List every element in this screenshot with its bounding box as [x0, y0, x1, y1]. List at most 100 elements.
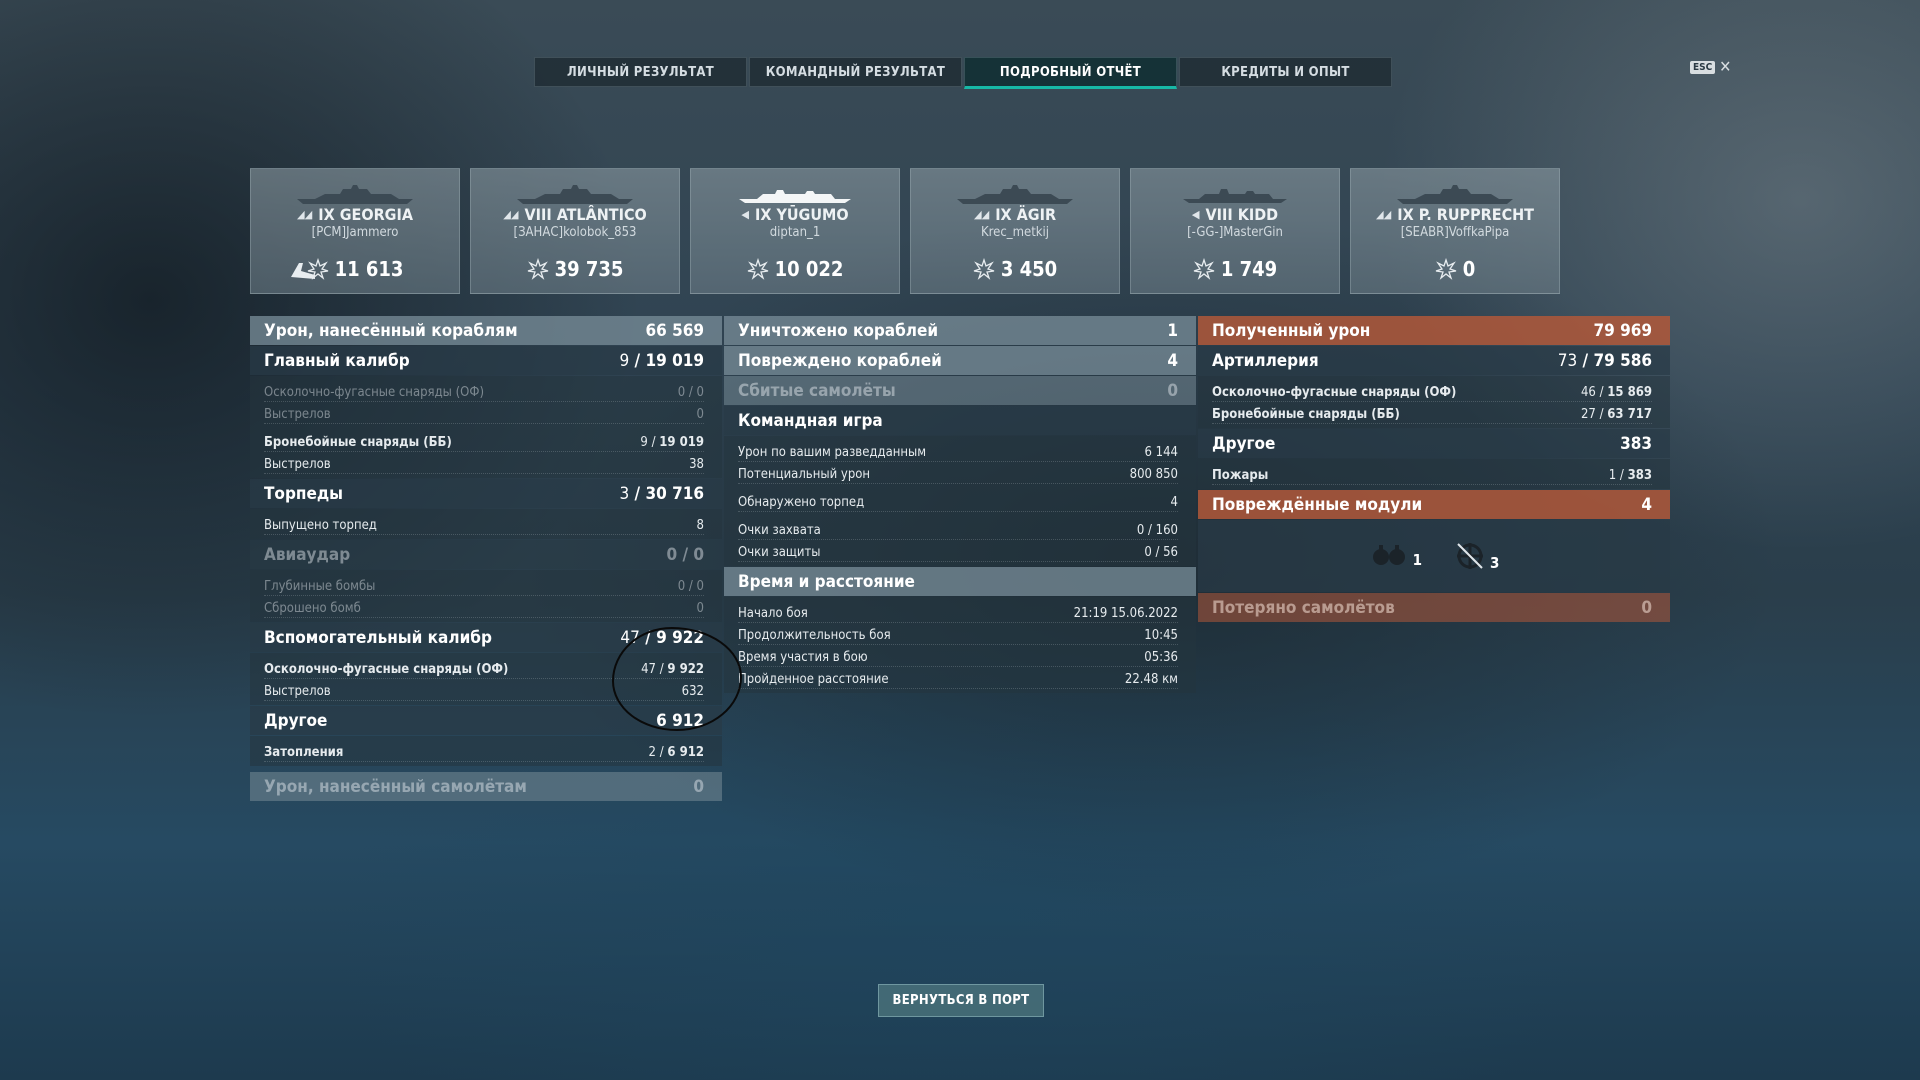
destroyer-silhouette-icon — [1183, 189, 1287, 203]
artillery-details: Осколочно-фугасные снаряды (ОФ) 46 / 15 8… — [1198, 376, 1670, 428]
header-value: 4 — [1167, 350, 1178, 371]
stat-row: Бронебойные снаряды (ББ) 27 / 63 717 — [1212, 402, 1652, 424]
planes-lost-header: Потеряно самолётов 0 — [1198, 593, 1670, 622]
damage-value: 383 — [1627, 468, 1652, 483]
stat-label: Глубинные бомбы — [264, 579, 376, 594]
other-damage-details: Затопления 2 / 6 912 — [250, 736, 722, 766]
planes-shot-down-header: Сбитые самолёты 0 — [724, 376, 1196, 405]
header-value: 66 569 — [645, 320, 704, 341]
ship-name: IX ÄGIR — [995, 205, 1057, 224]
time-distance-header: Время и расстояние — [724, 567, 1196, 596]
stat-row: Обнаружено торпед 4 — [738, 490, 1178, 512]
stat-value: 05:36 — [1144, 650, 1178, 665]
battle-stats-panel: Уничтожено кораблей 1 Повреждено корабле… — [724, 316, 1196, 694]
artillery-header: Артиллерия 73 / 79 586 — [1198, 346, 1670, 375]
stat-row: Выпущено торпед 8 — [264, 513, 704, 535]
stat-label: Потенциальный урон — [738, 467, 871, 482]
ship-card[interactable]: ◢◢ IX P. RUPPRECHT [SEABR]VoffkaPipa 0 — [1350, 168, 1560, 294]
battleship-silhouette-icon — [517, 185, 633, 204]
stat-label: Выстрелов — [264, 457, 331, 472]
other-received-header: Другое 383 — [1198, 429, 1670, 458]
hits-value: 2 — [648, 745, 656, 760]
header-label: Вспомогательный калибр — [264, 627, 492, 648]
ship-card[interactable]: ◢◢ IX GEORGIA [PCM]Jammero 11 613 — [250, 168, 460, 294]
ship-card[interactable]: ◀ VIII KIDD [-GG-]MasterGin 1 749 — [1130, 168, 1340, 294]
ship-name: IX YŪGUMO — [754, 205, 849, 224]
damage-value: 15 869 — [1607, 385, 1652, 400]
destroyer-icon: ◀ — [741, 208, 749, 221]
stat-label: Очки захвата — [738, 523, 821, 538]
close-icon[interactable]: ✕ — [1719, 59, 1731, 75]
esc-key-hint: ESC — [1690, 60, 1716, 74]
stat-row: Пожары 1 / 383 — [1212, 463, 1652, 485]
battleship-icon: ◢◢ — [503, 208, 519, 221]
ship-damage-value: 1 749 — [1220, 257, 1278, 281]
header-label: Торпеды — [264, 483, 344, 504]
stat-label: Бронебойные снаряды (ББ) — [264, 435, 452, 450]
header-label: Командная игра — [738, 410, 883, 431]
stat-label: Продолжительность боя — [738, 628, 891, 643]
stat-value: 8 — [696, 518, 704, 533]
stat-row: Выстрелов 0 — [264, 402, 704, 424]
damage-received-header: Полученный урон 79 969 — [1198, 316, 1670, 345]
stat-label: Выстрелов — [264, 684, 331, 699]
ship-card[interactable]: ◀ IX YŪGUMO diptan_1 10 022 — [690, 168, 900, 294]
ship-damage-value: 39 735 — [554, 257, 624, 281]
header-label: Повреждено кораблей — [738, 350, 942, 371]
battleship-icon: ◢◢ — [1376, 208, 1392, 221]
header-label: Сбитые самолёты — [738, 380, 896, 401]
tab-detailed-report[interactable]: ПОДРОБНЫЙ ОТЧЁТ — [964, 57, 1177, 89]
annotation-circle — [612, 627, 742, 731]
ship-card[interactable]: ◢◢ VIII ATLÂNTICO [ЗАНАС]kolobok_853 39 7… — [470, 168, 680, 294]
stat-row: Осколочно-фугасные снаряды (ОФ) 0 / 0 — [264, 380, 704, 402]
header-value: 0 — [1167, 380, 1178, 401]
header-label: Урон, нанесённый самолётам — [264, 776, 527, 797]
ship-damage-value: 3 450 — [1000, 257, 1058, 281]
stat-value: 0 / 0 — [677, 579, 704, 594]
header-label: Время и расстояние — [738, 571, 915, 592]
player-name: [-GG-]MasterGin — [1187, 225, 1283, 240]
tab-personal-result[interactable]: ЛИЧНЫЙ РЕЗУЛЬТАТ — [534, 57, 747, 87]
close-button[interactable]: ESC ✕ — [1690, 59, 1731, 75]
stat-row: Пройденное расстояние 22.48 км — [738, 667, 1178, 689]
damage-received-panel: Полученный урон 79 969 Артиллерия 73 / 7… — [1198, 316, 1670, 623]
damaged-modules-list: 1 3 — [1198, 520, 1670, 592]
stat-row: Сброшено бомб 0 — [264, 596, 704, 618]
stat-value: 0 / 160 — [1136, 523, 1178, 538]
stat-label: Осколочно-фугасные снаряды (ОФ) — [264, 662, 509, 677]
damage-burst-icon — [747, 258, 768, 280]
tab-credits-xp[interactable]: КРЕДИТЫ И ОПЫТ — [1179, 57, 1392, 87]
stat-value: 4 — [1170, 495, 1178, 510]
stat-value: 38 — [689, 457, 704, 472]
stat-row: Очки захвата 0 / 160 — [738, 518, 1178, 540]
ship-name: VIII KIDD — [1205, 205, 1279, 224]
battleship-silhouette-icon — [1397, 185, 1513, 204]
stat-row: Продолжительность боя 10:45 — [738, 623, 1178, 645]
header-label: Авиаудар — [264, 544, 351, 565]
damage-value: 79 586 — [1593, 350, 1652, 371]
stat-row: Глубинные бомбы 0 / 0 — [264, 574, 704, 596]
ship-damage-value: 11 613 — [334, 257, 404, 281]
damage-to-ships-header: Урон, нанесённый кораблям 66 569 — [250, 316, 722, 345]
header-label: Повреждённые модули — [1212, 494, 1423, 515]
time-distance-details: Начало боя 21:19 15.06.2022 Продолжительн… — [724, 597, 1196, 693]
hits-value: 73 — [1557, 350, 1578, 371]
damage-value: 63 717 — [1607, 407, 1652, 422]
player-name: diptan_1 — [769, 225, 821, 240]
ship-name: IX GEORGIA — [318, 205, 413, 224]
stat-label: Осколочно-фугасные снаряды (ОФ) — [1212, 385, 1457, 400]
hits-value: 9 — [640, 435, 648, 450]
stat-label: Выпущено торпед — [264, 518, 377, 533]
steering-gear-icon — [1457, 543, 1483, 569]
teamplay-details: Урон по вашим разведданным 6 144 Потенциа… — [724, 436, 1196, 566]
stat-label: Очки защиты — [738, 545, 821, 560]
stat-value: 0 — [696, 407, 704, 422]
ship-card[interactable]: ◢◢ IX ÄGIR Krec_metkij 3 450 — [910, 168, 1120, 294]
stat-row: Выстрелов 38 — [264, 452, 704, 474]
return-to-port-button[interactable]: ВЕРНУТЬСЯ В ПОРТ — [878, 984, 1044, 1017]
header-value: 0 / 0 — [666, 544, 704, 565]
header-label: Главный калибр — [264, 350, 410, 371]
header-label: Другое — [264, 710, 328, 731]
tab-team-result[interactable]: КОМАНДНЫЙ РЕЗУЛЬТАТ — [749, 57, 962, 87]
stat-row: Очки защиты 0 / 56 — [738, 540, 1178, 562]
